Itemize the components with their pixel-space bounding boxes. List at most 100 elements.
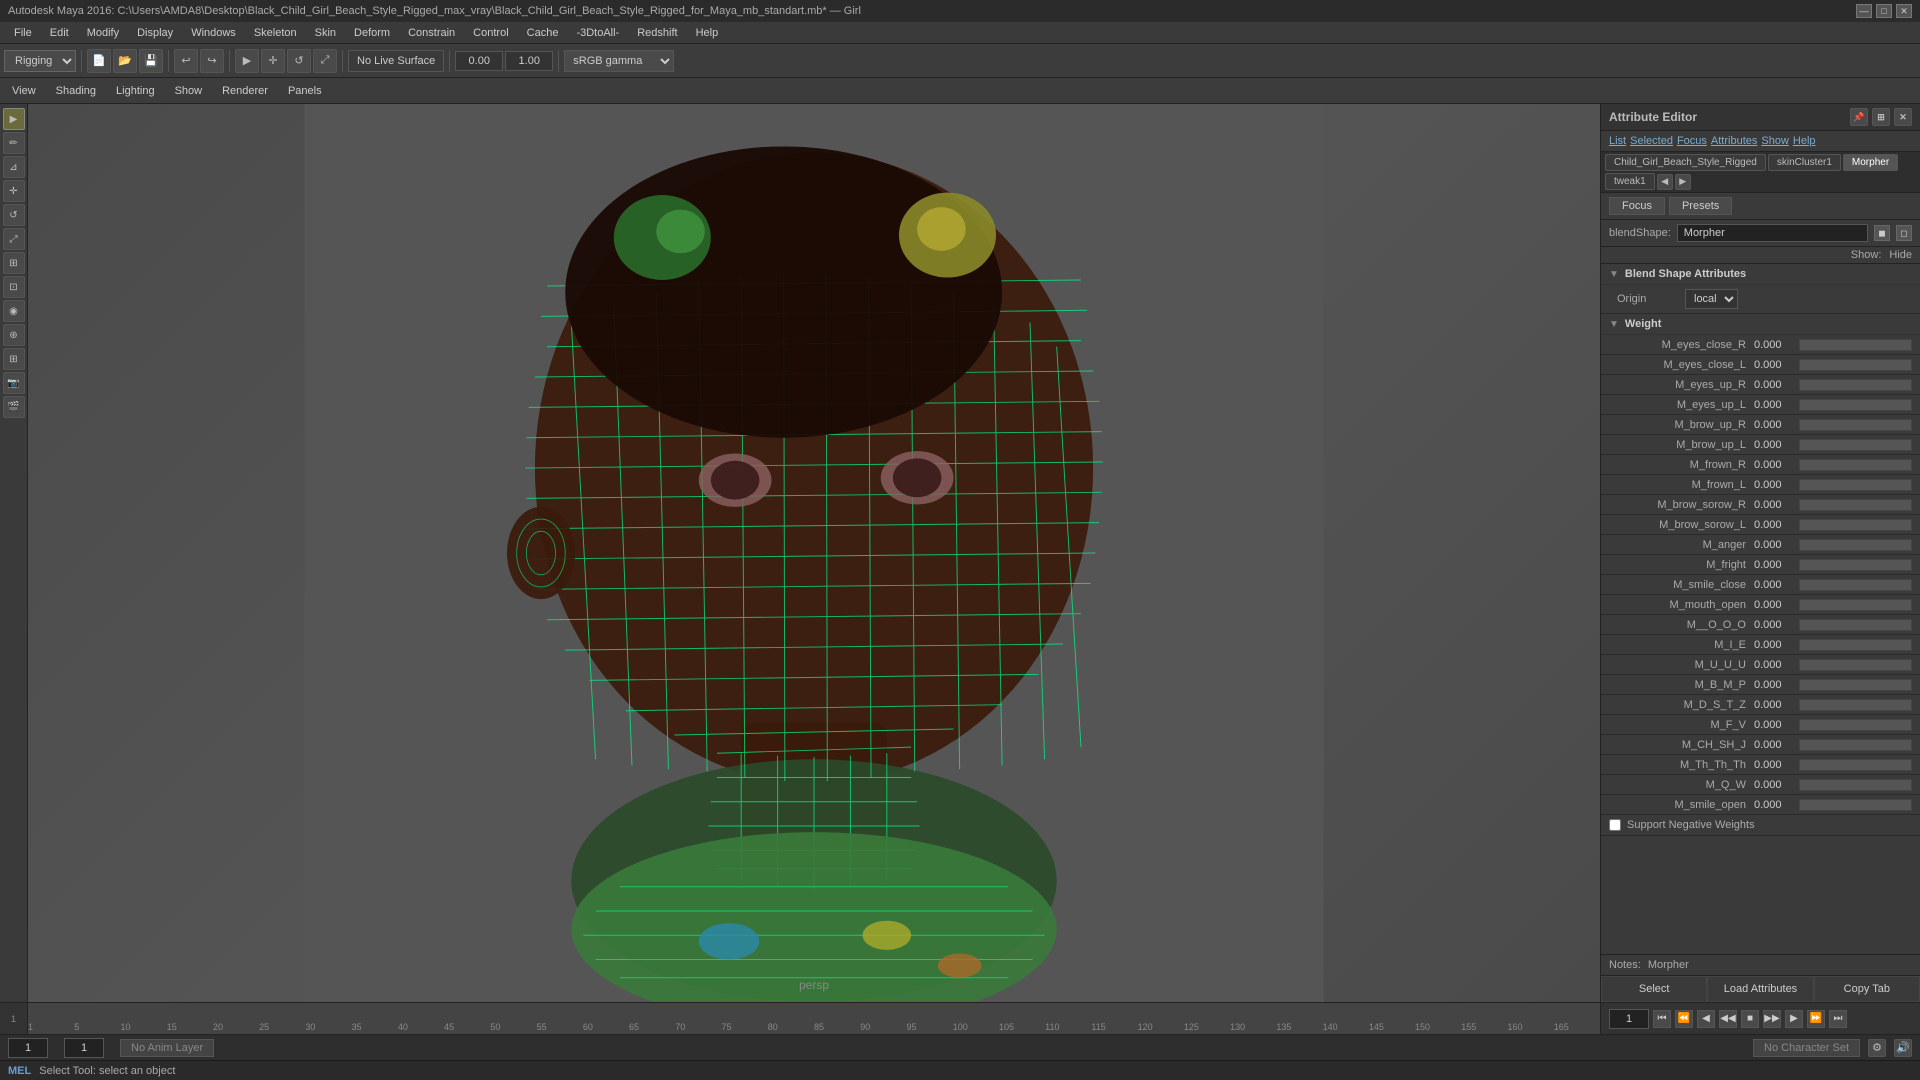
menu-item-redshift[interactable]: Redshift <box>629 25 685 41</box>
end-frame-input[interactable] <box>64 1038 104 1058</box>
lasso-tool-button[interactable]: ⊿ <box>3 156 25 178</box>
menu-item-help[interactable]: Help <box>688 25 727 41</box>
tab-child-girl[interactable]: Child_Girl_Beach_Style_Rigged <box>1605 154 1766 171</box>
weight-section-header[interactable]: ▼ Weight <box>1601 314 1920 335</box>
anim-layer-box[interactable]: No Anim Layer <box>120 1039 214 1057</box>
play-forward-button[interactable]: ▶▶ <box>1763 1010 1781 1028</box>
select-tool[interactable]: ▶ <box>235 49 259 73</box>
value-x-input[interactable] <box>455 51 503 71</box>
weight-slider-23[interactable] <box>1799 799 1912 811</box>
menu-item-modify[interactable]: Modify <box>79 25 127 41</box>
weight-slider-14[interactable] <box>1799 619 1912 631</box>
view-item-view[interactable]: View <box>4 83 44 99</box>
tab-morpher[interactable]: Morpher <box>1843 154 1898 171</box>
mode-dropdown[interactable]: Rigging <box>4 50 76 72</box>
weight-slider-12[interactable] <box>1799 579 1912 591</box>
nav-link-show[interactable]: Show <box>1761 135 1789 147</box>
nav-link-focus[interactable]: Focus <box>1677 135 1707 147</box>
weight-slider-10[interactable] <box>1799 539 1912 551</box>
redo-button[interactable]: ↪ <box>200 49 224 73</box>
save-button[interactable]: 💾 <box>139 49 163 73</box>
open-file-button[interactable]: 📂 <box>113 49 137 73</box>
nav-link-attributes[interactable]: Attributes <box>1711 135 1757 147</box>
select-button[interactable]: Select <box>1601 976 1707 1002</box>
weight-slider-21[interactable] <box>1799 759 1912 771</box>
menu-item-deform[interactable]: Deform <box>346 25 398 41</box>
scale-tool[interactable]: ⤢ <box>313 49 337 73</box>
tab-next-button[interactable]: ▶ <box>1675 174 1691 190</box>
menu-item-skin[interactable]: Skin <box>307 25 344 41</box>
weight-slider-6[interactable] <box>1799 459 1912 471</box>
gamma-dropdown[interactable]: sRGB gamma <box>564 50 674 72</box>
scale-tool-left[interactable]: ⤢ <box>3 228 25 250</box>
undo-button[interactable]: ↩ <box>174 49 198 73</box>
weight-slider-15[interactable] <box>1799 639 1912 651</box>
next-key-button[interactable]: ▶ <box>1785 1010 1803 1028</box>
soft-select-btn[interactable]: ◉ <box>3 300 25 322</box>
camera-btn[interactable]: 📷 <box>3 372 25 394</box>
go-to-end-button[interactable]: ⏭ <box>1829 1010 1847 1028</box>
weight-slider-1[interactable] <box>1799 359 1912 371</box>
weight-slider-7[interactable] <box>1799 479 1912 491</box>
weight-slider-4[interactable] <box>1799 419 1912 431</box>
tab-prev-button[interactable]: ◀ <box>1657 174 1673 190</box>
snap-tool[interactable]: ⊡ <box>3 276 25 298</box>
attr-expand-button[interactable]: ⊞ <box>1872 108 1890 126</box>
weight-slider-16[interactable] <box>1799 659 1912 671</box>
stop-button[interactable]: ■ <box>1741 1010 1759 1028</box>
view-item-panels[interactable]: Panels <box>280 83 330 99</box>
nav-link-selected[interactable]: Selected <box>1630 135 1673 147</box>
tab-tweak[interactable]: tweak1 <box>1605 173 1655 190</box>
nav-link-help[interactable]: Help <box>1793 135 1816 147</box>
menu-item-constrain[interactable]: Constrain <box>400 25 463 41</box>
menu-item-skeleton[interactable]: Skeleton <box>246 25 305 41</box>
weight-slider-11[interactable] <box>1799 559 1912 571</box>
manipulator-btn[interactable]: ⊕ <box>3 324 25 346</box>
menu-item-display[interactable]: Display <box>129 25 181 41</box>
weight-slider-22[interactable] <box>1799 779 1912 791</box>
menu-item-cache[interactable]: Cache <box>519 25 567 41</box>
menu-item-control[interactable]: Control <box>465 25 516 41</box>
menu-item-file[interactable]: File <box>6 25 40 41</box>
weight-slider-19[interactable] <box>1799 719 1912 731</box>
character-set-box[interactable]: No Character Set <box>1753 1039 1860 1057</box>
focus-button[interactable]: Focus <box>1609 197 1665 215</box>
status-icon-2[interactable]: 🔊 <box>1894 1039 1912 1057</box>
weight-slider-9[interactable] <box>1799 519 1912 531</box>
weight-slider-2[interactable] <box>1799 379 1912 391</box>
timeline-track[interactable]: 1510152025303540455055606570758085909510… <box>28 1003 1600 1034</box>
copy-tab-button[interactable]: Copy Tab <box>1814 976 1920 1002</box>
paint-tool-button[interactable]: ✏ <box>3 132 25 154</box>
prev-frame-button[interactable]: ⏪ <box>1675 1010 1693 1028</box>
origin-dropdown[interactable]: local <box>1685 289 1738 309</box>
view-item-lighting[interactable]: Lighting <box>108 83 163 99</box>
blend-icon-1[interactable]: ◼ <box>1874 225 1890 241</box>
view-item-renderer[interactable]: Renderer <box>214 83 276 99</box>
menu-item-edit[interactable]: Edit <box>42 25 77 41</box>
blend-shape-section-header[interactable]: ▼ Blend Shape Attributes <box>1601 264 1920 285</box>
close-button[interactable]: ✕ <box>1896 4 1912 18</box>
go-to-start-button[interactable]: ⏮ <box>1653 1010 1671 1028</box>
weight-slider-20[interactable] <box>1799 739 1912 751</box>
current-frame-input[interactable] <box>1609 1009 1649 1029</box>
attr-pin-button[interactable]: 📌 <box>1850 108 1868 126</box>
nav-link-list[interactable]: List <box>1609 135 1626 147</box>
support-neg-checkbox[interactable] <box>1609 819 1621 831</box>
render-btn[interactable]: 🎬 <box>3 396 25 418</box>
load-attributes-button[interactable]: Load Attributes <box>1707 976 1813 1002</box>
presets-button[interactable]: Presets <box>1669 197 1732 215</box>
weight-slider-0[interactable] <box>1799 339 1912 351</box>
view-item-shading[interactable]: Shading <box>48 83 104 99</box>
weight-slider-18[interactable] <box>1799 699 1912 711</box>
select-mode-button[interactable]: ▶ <box>3 108 25 130</box>
blend-icon-2[interactable]: ◻ <box>1896 225 1912 241</box>
grid-btn[interactable]: ⊞ <box>3 348 25 370</box>
viewport[interactable]: persp <box>28 104 1600 1002</box>
maximize-button[interactable]: □ <box>1876 4 1892 18</box>
attr-close-button[interactable]: ✕ <box>1894 108 1912 126</box>
play-backward-button[interactable]: ◀◀ <box>1719 1010 1737 1028</box>
move-tool-left[interactable]: ✛ <box>3 180 25 202</box>
menu-item--3dtoall-[interactable]: -3DtoAll- <box>568 25 627 41</box>
next-frame-button[interactable]: ⏩ <box>1807 1010 1825 1028</box>
weight-slider-17[interactable] <box>1799 679 1912 691</box>
